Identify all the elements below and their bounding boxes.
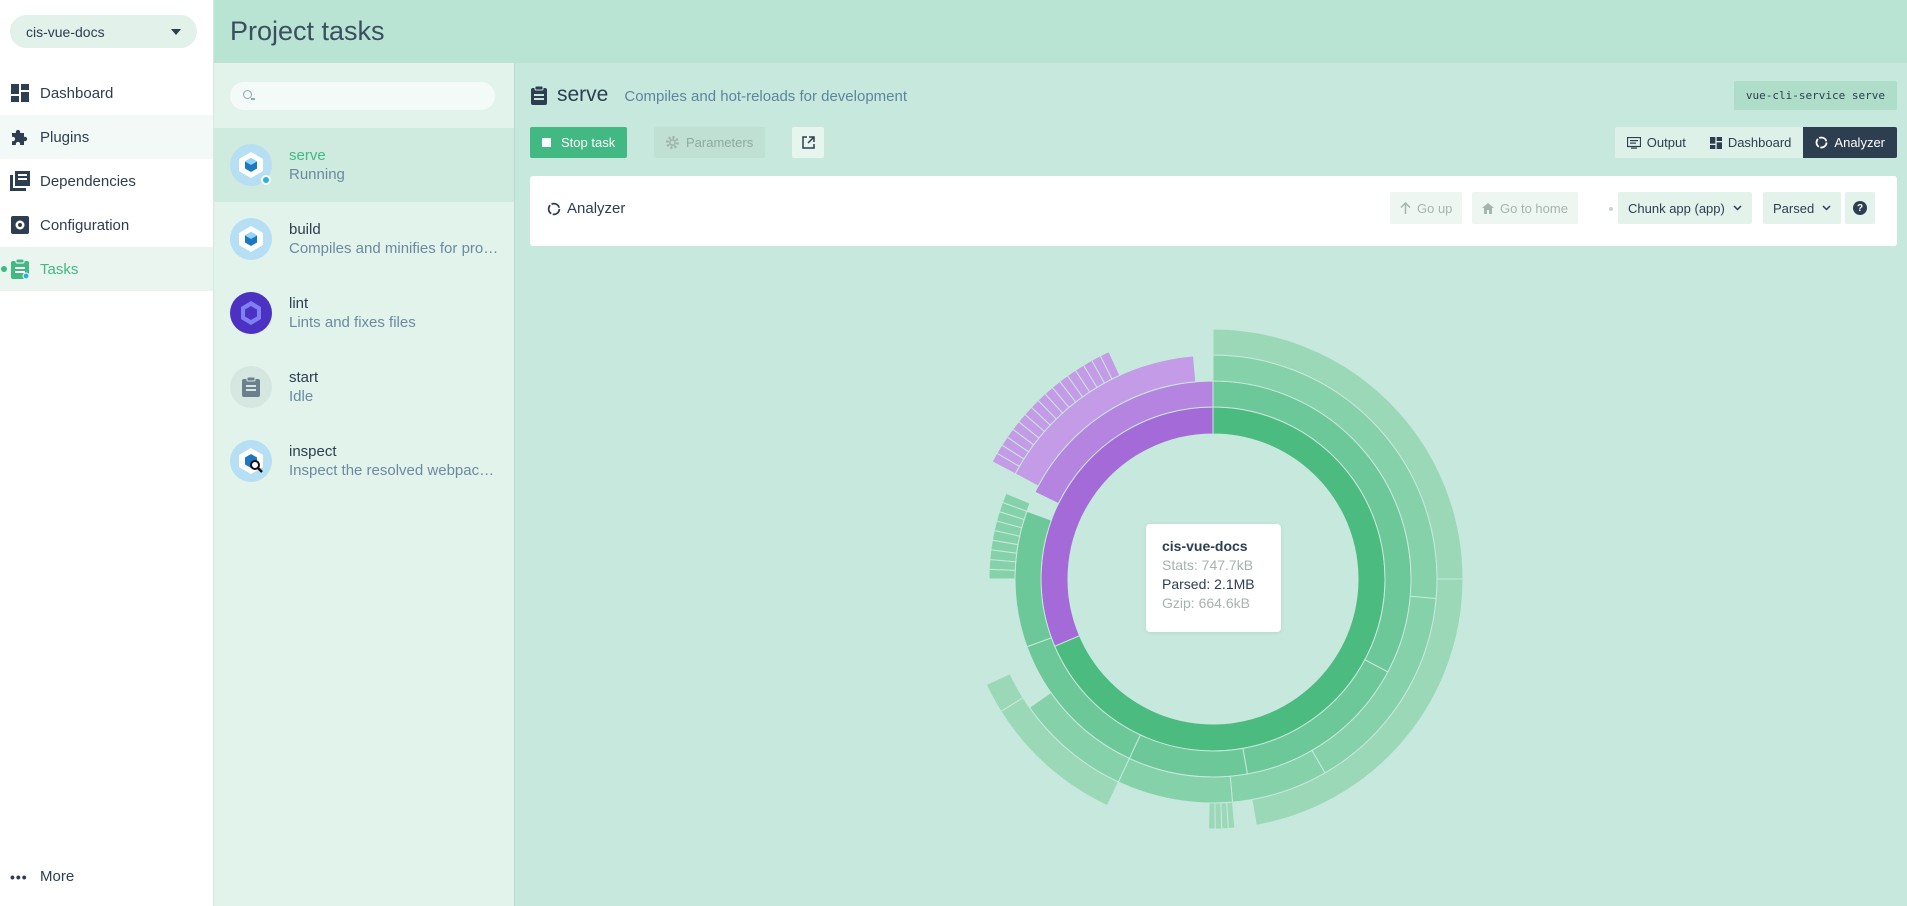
- clipboard-icon: [10, 259, 30, 279]
- task-name: serve: [289, 147, 326, 164]
- task-description: Running: [289, 166, 345, 183]
- task-name: start: [289, 369, 319, 386]
- task-description: Lints and fixes files: [289, 314, 416, 331]
- more-label: More: [40, 868, 75, 885]
- more-button[interactable]: ••• More: [10, 868, 74, 885]
- tooltip-stats: Stats: 747.7kB: [1162, 557, 1254, 573]
- library-icon: [10, 171, 30, 191]
- nav-item-configuration[interactable]: Configuration: [0, 203, 213, 247]
- nav-item-label: Dependencies: [40, 172, 136, 190]
- running-status-dot: [261, 175, 271, 185]
- nav-item-label: Configuration: [40, 216, 130, 234]
- sunburst-segment[interactable]: [1214, 802, 1223, 830]
- top-header: Project tasks: [214, 0, 1907, 63]
- nav-item-dashboard[interactable]: Dashboard: [0, 71, 213, 115]
- task-description: Idle: [289, 388, 314, 405]
- task-list-panel: serve Running build Compiles and minifie…: [214, 63, 515, 906]
- task-item-inspect[interactable]: inspect Inspect the resolved webpack con…: [214, 424, 514, 498]
- task-name: build: [289, 221, 321, 238]
- nav-item-tasks[interactable]: Tasks: [0, 247, 213, 291]
- page-title: Project tasks: [230, 16, 385, 46]
- eslint-icon: [230, 292, 272, 334]
- webpack-inspect-icon: [230, 440, 272, 482]
- task-item-build[interactable]: build Compiles and minifies for producti…: [214, 202, 514, 276]
- active-indicator: [1, 266, 7, 272]
- sunburst-chart[interactable]: [515, 63, 1907, 906]
- task-item-lint[interactable]: lint Lints and fixes files: [214, 276, 514, 350]
- search-input[interactable]: [230, 82, 495, 110]
- nav-item-label: Tasks: [40, 260, 79, 278]
- task-detail: serve Compiles and hot-reloads for devel…: [515, 63, 1907, 906]
- nav-item-label: Dashboard: [40, 84, 114, 102]
- webpack-icon: [230, 218, 272, 260]
- task-description: Inspect the resolved webpack config: [289, 462, 499, 479]
- nav-item-label: Plugins: [40, 128, 90, 146]
- webpack-icon: [230, 144, 272, 186]
- puzzle-icon: [10, 127, 30, 147]
- task-name: inspect: [289, 443, 337, 460]
- project-selector[interactable]: cis-vue-docs: [10, 15, 197, 48]
- left-navigation: cis-vue-docs Dashboard Plugins Dependenc…: [0, 0, 214, 906]
- sunburst-tooltip: cis-vue-docs Stats: 747.7kB Parsed: 2.1M…: [1146, 524, 1281, 632]
- sunburst-segment[interactable]: [988, 568, 1016, 580]
- sunburst-segment[interactable]: [1208, 802, 1216, 830]
- task-item-start[interactable]: start Idle: [214, 350, 514, 424]
- more-dots-icon: •••: [10, 868, 28, 885]
- dashboard-icon: [10, 83, 30, 103]
- chevron-down-icon: [171, 28, 181, 35]
- nav-item-plugins[interactable]: Plugins: [0, 115, 213, 159]
- clipboard-icon: [230, 366, 272, 408]
- search-icon: [243, 90, 255, 100]
- task-item-serve[interactable]: serve Running: [214, 128, 514, 202]
- tooltip-gzip: Gzip: 664.6kB: [1162, 595, 1250, 611]
- tooltip-name: cis-vue-docs: [1162, 538, 1248, 554]
- task-name: lint: [289, 295, 309, 312]
- nav-item-dependencies[interactable]: Dependencies: [0, 159, 213, 203]
- tooltip-parsed: Parsed: 2.1MB: [1162, 576, 1255, 592]
- task-description: Compiles and minifies for production: [289, 240, 499, 257]
- settings-icon: [10, 215, 30, 235]
- project-name: cis-vue-docs: [26, 23, 105, 40]
